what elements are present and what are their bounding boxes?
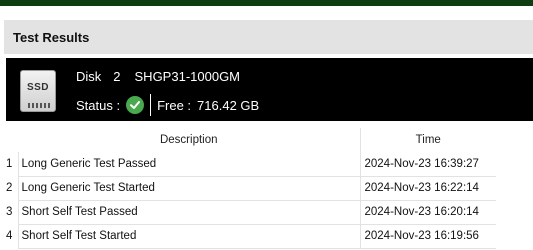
disk-info-panel: SSD Disk 2 SHGP31-1000GM Status : Free :… bbox=[6, 58, 533, 121]
check-circle-icon bbox=[126, 96, 145, 114]
test-results-table: Description Time 1 Long Generic Test Pas… bbox=[4, 128, 496, 249]
table-row[interactable]: 3 Short Self Test Passed 2024-Nov-23 16:… bbox=[4, 200, 496, 225]
row-index: 1 bbox=[4, 152, 19, 176]
test-results-table-container: Description Time 1 Long Generic Test Pas… bbox=[4, 128, 496, 249]
ssd-icon-label: SSD bbox=[26, 82, 50, 93]
table-row[interactable]: 2 Long Generic Test Started 2024-Nov-23 … bbox=[4, 176, 496, 201]
free-space-value: 716.42 GB bbox=[197, 97, 260, 113]
column-header-description[interactable]: Description bbox=[18, 128, 361, 152]
table-header-row: Description Time bbox=[4, 128, 496, 152]
column-header-index bbox=[4, 128, 18, 152]
disk-identity: Disk 2 SHGP31-1000GM bbox=[76, 69, 240, 84]
row-description: Short Self Test Started bbox=[18, 224, 361, 249]
table-row[interactable]: 1 Long Generic Test Passed 2024-Nov-23 1… bbox=[4, 152, 496, 177]
row-time: 2024-Nov-23 16:39:27 bbox=[360, 152, 496, 177]
panel-title: Test Results bbox=[13, 29, 90, 45]
top-spacer bbox=[0, 6, 533, 20]
row-time: 2024-Nov-23 16:19:56 bbox=[360, 224, 496, 249]
status-divider bbox=[150, 94, 152, 116]
status-label: Status : bbox=[76, 97, 121, 113]
free-label: Free : bbox=[157, 97, 192, 113]
row-time: 2024-Nov-23 16:20:14 bbox=[360, 200, 496, 225]
disk-number: 2 bbox=[113, 69, 121, 84]
disk-label: Disk bbox=[76, 69, 102, 84]
ssd-icon: SSD bbox=[20, 70, 56, 112]
row-index: 3 bbox=[4, 200, 19, 224]
table-row[interactable]: 4 Short Self Test Started 2024-Nov-23 16… bbox=[4, 224, 496, 249]
column-header-time[interactable]: Time bbox=[360, 128, 496, 152]
disk-status-row: Status : Free : 716.42 GB bbox=[76, 94, 259, 116]
row-description: Long Generic Test Passed bbox=[18, 152, 361, 177]
row-index: 4 bbox=[4, 224, 19, 248]
row-index: 2 bbox=[4, 176, 19, 200]
row-time: 2024-Nov-23 16:22:14 bbox=[360, 176, 496, 201]
row-description: Short Self Test Passed bbox=[18, 200, 361, 225]
row-description: Long Generic Test Started bbox=[18, 176, 361, 201]
disk-model: SHGP31-1000GM bbox=[134, 69, 241, 84]
test-results-header: Test Results bbox=[4, 20, 533, 54]
ssd-connector-pins bbox=[28, 103, 50, 108]
